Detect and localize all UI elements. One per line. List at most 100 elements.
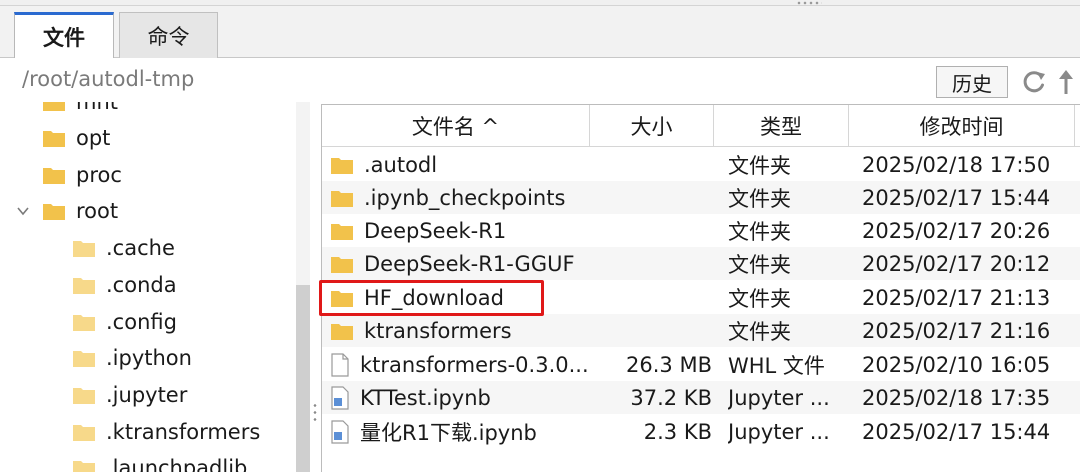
file-modified: 2025/02/17 20:12 bbox=[862, 251, 1051, 276]
tree-item-cache[interactable]: .cache bbox=[72, 231, 175, 265]
file-modified: 2025/02/17 20:26 bbox=[862, 218, 1051, 243]
tree-item-mnt[interactable]: mnt bbox=[42, 102, 118, 119]
file-type: 文件夹 bbox=[728, 319, 791, 344]
tree-item-opt[interactable]: opt bbox=[42, 121, 110, 155]
file-size bbox=[592, 148, 712, 181]
file-size: 37.2 KB bbox=[630, 385, 712, 410]
splitter-grip-icon[interactable] bbox=[312, 402, 318, 424]
table-row[interactable]: ktransformers 文件夹 2025/02/17 21:16 bbox=[322, 314, 1080, 347]
file-name: .ipynb_checkpoints bbox=[364, 185, 566, 210]
table-row[interactable]: KTTest.ipynb 37.2 KB Jupyter ... 2025/02… bbox=[322, 381, 1080, 414]
file-name: KTTest.ipynb bbox=[360, 385, 491, 410]
folder-icon bbox=[331, 323, 353, 340]
folder-icon bbox=[73, 388, 95, 404]
highlight-box bbox=[319, 280, 544, 316]
file-size bbox=[592, 281, 712, 314]
tree-item-label: .ipython bbox=[106, 346, 192, 370]
column-header-name[interactable]: 文件名 ^ bbox=[322, 105, 590, 147]
file-size bbox=[592, 214, 712, 247]
folder-icon bbox=[331, 256, 353, 273]
refresh-icon[interactable] bbox=[1020, 68, 1048, 96]
notebook-file-icon bbox=[331, 385, 349, 410]
tree-item-label: .jupyter bbox=[106, 383, 188, 407]
file-name-cell: 量化R1下载.ipynb bbox=[330, 415, 592, 448]
file-name-cell: KTTest.ipynb bbox=[330, 381, 592, 414]
upload-arrow-icon[interactable] bbox=[1056, 68, 1076, 96]
table-row[interactable]: DeepSeek-R1 文件夹 2025/02/17 20:26 bbox=[322, 214, 1080, 247]
file-type: Jupyter ... bbox=[728, 385, 830, 410]
column-header-modified[interactable]: 修改时间 bbox=[849, 105, 1075, 147]
file-size bbox=[592, 314, 712, 347]
folder-icon bbox=[73, 278, 95, 294]
tree-item-proc[interactable]: proc bbox=[42, 158, 122, 192]
file-name-cell: DeepSeek-R1-GGUF bbox=[330, 247, 592, 280]
table-row[interactable]: 量化R1下载.ipynb 2.3 KB Jupyter ... 2025/02/… bbox=[322, 415, 1080, 448]
tree-item-ktransformers[interactable]: .ktransformers bbox=[72, 415, 260, 449]
file-size bbox=[592, 181, 712, 214]
path-bar: /root/autodl-tmp 历史 bbox=[0, 58, 1080, 102]
file-type: Jupyter ... bbox=[728, 419, 830, 444]
file-type: WHL 文件 bbox=[728, 353, 825, 378]
column-header-type[interactable]: 类型 bbox=[714, 105, 849, 147]
file-name-cell: .autodl bbox=[330, 148, 592, 181]
file-icon bbox=[331, 352, 349, 377]
file-modified: 2025/02/17 21:16 bbox=[862, 318, 1051, 343]
tree-item-label: .cache bbox=[106, 236, 175, 260]
file-size: 26.3 MB bbox=[626, 352, 712, 377]
folder-icon bbox=[73, 315, 95, 331]
file-name-cell: .ipynb_checkpoints bbox=[330, 181, 592, 214]
file-name: ktransformers bbox=[364, 318, 512, 343]
history-button[interactable]: 历史 bbox=[936, 66, 1008, 98]
tree-item-label: mnt bbox=[76, 102, 118, 114]
folder-icon bbox=[73, 241, 95, 257]
folder-icon bbox=[43, 102, 65, 111]
current-path[interactable]: /root/autodl-tmp bbox=[22, 67, 194, 91]
table-row[interactable]: ktransformers-0.3.0... 26.3 MB WHL 文件 20… bbox=[322, 348, 1080, 381]
file-modified: 2025/02/17 15:44 bbox=[862, 419, 1051, 444]
tab-commands[interactable]: 命令 bbox=[119, 12, 218, 58]
file-modified: 2025/02/18 17:50 bbox=[862, 152, 1051, 177]
file-size bbox=[592, 247, 712, 280]
tree-item-jupyter[interactable]: .jupyter bbox=[72, 378, 187, 412]
file-name-cell: ktransformers bbox=[330, 314, 592, 347]
file-modified: 2025/02/17 21:13 bbox=[862, 285, 1051, 310]
folder-icon bbox=[43, 204, 65, 220]
file-type: 文件夹 bbox=[728, 186, 791, 211]
file-modified: 2025/02/10 16:05 bbox=[862, 352, 1051, 377]
tree-scrollbar-thumb[interactable] bbox=[296, 285, 310, 472]
file-name-cell: DeepSeek-R1 bbox=[330, 214, 592, 247]
tree-item-root[interactable]: root bbox=[17, 194, 119, 228]
file-type: 文件夹 bbox=[728, 286, 791, 311]
tree-item-label: .conda bbox=[106, 273, 177, 297]
file-name: DeepSeek-R1-GGUF bbox=[364, 251, 575, 276]
tree-item-config[interactable]: .config bbox=[72, 305, 177, 339]
table-row[interactable]: .autodl 文件夹 2025/02/18 17:50 bbox=[322, 148, 1080, 181]
drag-grip-icon[interactable] bbox=[796, 1, 822, 5]
file-name: ktransformers-0.3.0... bbox=[360, 352, 589, 377]
tree-item-label: opt bbox=[76, 126, 111, 150]
tree-item-label: .ktransformers bbox=[106, 420, 261, 444]
chevron-down-icon[interactable] bbox=[16, 204, 30, 218]
tab-strip: 文件 命令 bbox=[0, 6, 1080, 59]
file-name: 量化R1下载.ipynb bbox=[360, 420, 537, 445]
folder-icon bbox=[43, 131, 65, 147]
tree-item-label: root bbox=[76, 199, 119, 223]
file-list-header: 文件名 ^ 大小 类型 修改时间 bbox=[322, 105, 1080, 147]
directory-tree: mnt opt proc root .cache .conda .config … bbox=[0, 102, 296, 472]
tree-item-ipython[interactable]: .ipython bbox=[72, 341, 192, 375]
folder-icon bbox=[331, 157, 353, 174]
tree-item-conda[interactable]: .conda bbox=[72, 268, 177, 302]
folder-icon bbox=[73, 351, 95, 367]
file-modified: 2025/02/17 15:44 bbox=[862, 185, 1051, 210]
table-row[interactable]: DeepSeek-R1-GGUF 文件夹 2025/02/17 20:12 bbox=[322, 247, 1080, 280]
tree-item-launchpadlib[interactable]: .launchpadlib bbox=[72, 451, 247, 472]
folder-icon bbox=[331, 190, 353, 207]
column-header-size[interactable]: 大小 bbox=[590, 105, 714, 147]
tab-files[interactable]: 文件 bbox=[14, 12, 114, 59]
folder-icon bbox=[331, 223, 353, 240]
file-name: .autodl bbox=[364, 152, 438, 177]
table-row[interactable]: .ipynb_checkpoints 文件夹 2025/02/17 15:44 bbox=[322, 181, 1080, 214]
notebook-file-icon bbox=[331, 419, 349, 444]
folder-icon bbox=[43, 168, 65, 184]
file-size: 2.3 KB bbox=[643, 419, 712, 444]
